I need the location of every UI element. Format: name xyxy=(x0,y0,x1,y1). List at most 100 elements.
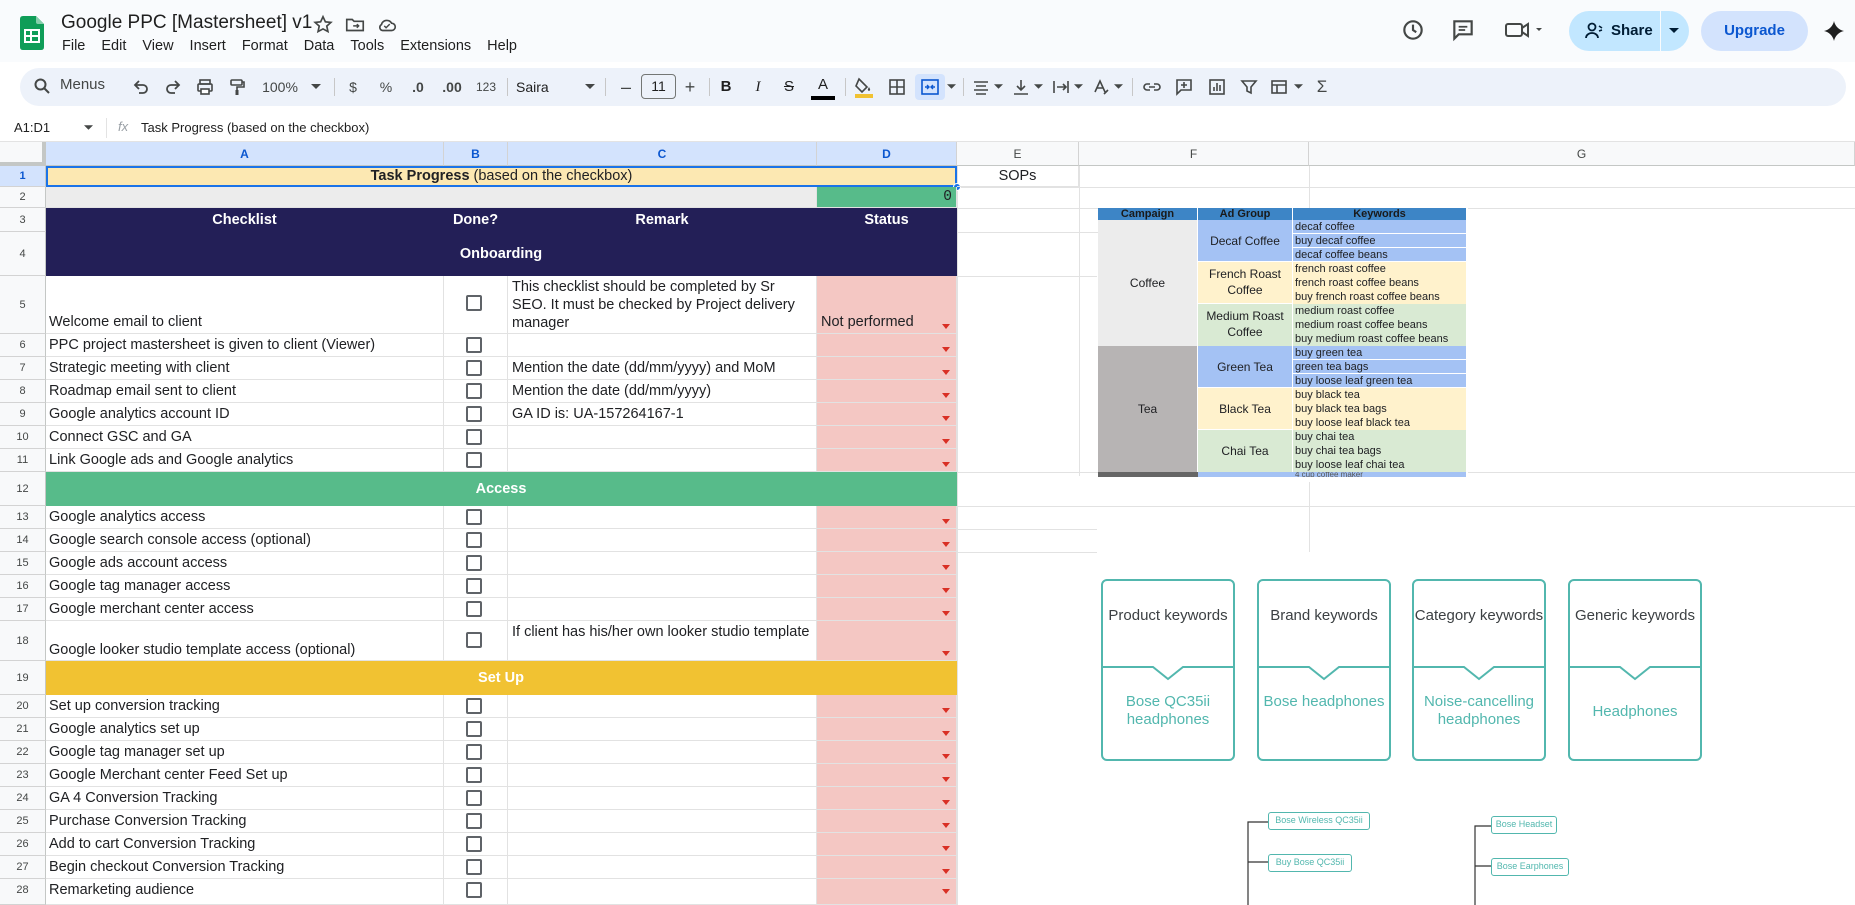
status-dropdown-icon[interactable] xyxy=(942,347,950,352)
status-dropdown-icon[interactable] xyxy=(942,393,950,398)
text-color-button[interactable]: A xyxy=(811,74,835,100)
status-cell-23[interactable] xyxy=(817,764,957,787)
row-header-14[interactable]: 14 xyxy=(0,529,46,552)
section-onboarding[interactable]: Onboarding xyxy=(46,232,957,276)
row-header-12[interactable]: 12 xyxy=(0,472,46,506)
checkbox-13[interactable] xyxy=(466,509,482,525)
status-cell-10[interactable] xyxy=(817,426,957,449)
move-folder-icon[interactable] xyxy=(344,14,366,36)
font-size-decrease-button[interactable]: – xyxy=(618,74,634,100)
done-cell-23[interactable] xyxy=(444,764,508,787)
remark-cell-11[interactable] xyxy=(508,449,817,472)
status-dropdown-icon[interactable] xyxy=(942,708,950,713)
remark-cell-26[interactable] xyxy=(508,833,817,856)
status-cell-20[interactable] xyxy=(817,695,957,718)
status-cell-17[interactable] xyxy=(817,598,957,621)
done-cell-28[interactable] xyxy=(444,879,508,905)
version-history-icon[interactable] xyxy=(1400,17,1426,43)
progress-value-cell[interactable]: 0 xyxy=(817,187,957,208)
menu-format[interactable]: Format xyxy=(242,38,296,58)
checklist-item-17[interactable]: Google merchant center access xyxy=(46,598,444,621)
row-header-1[interactable]: 1 xyxy=(0,166,46,187)
checkbox-20[interactable] xyxy=(466,698,482,714)
checkbox-10[interactable] xyxy=(466,429,482,445)
print-icon[interactable] xyxy=(196,78,214,96)
spreadsheet-grid[interactable]: A B C D E F G 1 2 3 4 5 6 7 8 9 10 11 12… xyxy=(0,142,1855,905)
status-dropdown-icon[interactable] xyxy=(942,462,950,467)
status-dropdown-icon[interactable] xyxy=(942,588,950,593)
star-icon[interactable] xyxy=(312,14,334,36)
remark-cell-16[interactable] xyxy=(508,575,817,598)
keyword-types-diagram[interactable]: Product keywords Bose QC35ii headphones … xyxy=(1098,552,1728,905)
done-cell-17[interactable] xyxy=(444,598,508,621)
fill-color-icon[interactable] xyxy=(853,76,875,98)
status-cell-13[interactable] xyxy=(817,506,957,529)
status-dropdown-icon[interactable] xyxy=(942,889,950,894)
header-checklist[interactable]: Checklist xyxy=(46,208,444,232)
done-cell-9[interactable] xyxy=(444,403,508,426)
row-header-16[interactable]: 16 xyxy=(0,575,46,598)
remark-cell-15[interactable] xyxy=(508,552,817,575)
header-status[interactable]: Status xyxy=(817,208,957,232)
checklist-item-15[interactable]: Google ads account access xyxy=(46,552,444,575)
redo-icon[interactable] xyxy=(165,79,181,95)
done-cell-21[interactable] xyxy=(444,718,508,741)
status-dropdown-icon[interactable] xyxy=(942,565,950,570)
share-dropdown-icon[interactable] xyxy=(1668,27,1680,35)
done-cell-22[interactable] xyxy=(444,741,508,764)
checkbox-16[interactable] xyxy=(466,578,482,594)
select-all-corner[interactable] xyxy=(0,142,46,166)
menu-view[interactable]: View xyxy=(142,38,181,58)
remark-cell-13[interactable] xyxy=(508,506,817,529)
checkbox-18[interactable] xyxy=(466,632,482,648)
insert-link-icon[interactable] xyxy=(1142,78,1162,96)
checkbox-27[interactable] xyxy=(466,859,482,875)
cloud-status-icon[interactable] xyxy=(376,14,398,36)
checklist-item-5[interactable]: Welcome email to client xyxy=(46,276,444,334)
checklist-item-7[interactable]: Strategic meeting with client xyxy=(46,357,444,380)
sops-cell[interactable]: SOPs xyxy=(957,166,1079,187)
remark-cell-18[interactable]: If client has his/her own looker studio … xyxy=(508,621,817,661)
checklist-item-14[interactable]: Google search console access (optional) xyxy=(46,529,444,552)
status-dropdown-icon[interactable] xyxy=(942,519,950,524)
status-cell-5[interactable]: Not performed xyxy=(817,276,957,334)
row-header-7[interactable]: 7 xyxy=(0,357,46,380)
h-align-dropdown-icon[interactable] xyxy=(994,84,1003,90)
font-size-input[interactable]: 11 xyxy=(641,74,676,99)
row-header-22[interactable]: 22 xyxy=(0,741,46,764)
status-dropdown-icon[interactable] xyxy=(942,370,950,375)
done-cell-18[interactable] xyxy=(444,621,508,661)
column-header-c[interactable]: C xyxy=(508,142,817,166)
undo-icon[interactable] xyxy=(133,79,149,95)
checklist-item-28[interactable]: Remarketing audience xyxy=(46,879,444,905)
column-header-e[interactable]: E xyxy=(957,142,1079,166)
checklist-item-26[interactable]: Add to cart Conversion Tracking xyxy=(46,833,444,856)
name-box-dropdown-icon[interactable] xyxy=(84,125,93,131)
insert-chart-icon[interactable] xyxy=(1208,78,1226,96)
share-button[interactable]: Share xyxy=(1569,11,1689,51)
italic-button[interactable]: I xyxy=(748,74,768,100)
row-header-2[interactable]: 2 xyxy=(0,187,46,208)
checkbox-8[interactable] xyxy=(466,383,482,399)
status-cell-7[interactable] xyxy=(817,357,957,380)
remark-cell-10[interactable] xyxy=(508,426,817,449)
text-wrapping-icon[interactable] xyxy=(1052,78,1070,96)
done-cell-15[interactable] xyxy=(444,552,508,575)
done-cell-27[interactable] xyxy=(444,856,508,879)
row-header-26[interactable]: 26 xyxy=(0,833,46,856)
status-dropdown-icon[interactable] xyxy=(942,777,950,782)
checkbox-28[interactable] xyxy=(466,882,482,898)
meet-call-icon[interactable] xyxy=(1504,17,1544,43)
document-title[interactable]: Google PPC [Mastersheet] v1 xyxy=(61,12,312,34)
done-cell-14[interactable] xyxy=(444,529,508,552)
done-cell-8[interactable] xyxy=(444,380,508,403)
status-dropdown-icon[interactable] xyxy=(942,869,950,874)
row-header-17[interactable]: 17 xyxy=(0,598,46,621)
status-cell-14[interactable] xyxy=(817,529,957,552)
strikethrough-button[interactable]: S xyxy=(779,74,799,100)
bold-button[interactable]: B xyxy=(716,74,736,100)
status-cell-9[interactable] xyxy=(817,403,957,426)
row-header-25[interactable]: 25 xyxy=(0,810,46,833)
checklist-item-22[interactable]: Google tag manager set up xyxy=(46,741,444,764)
column-header-f[interactable]: F xyxy=(1079,142,1309,166)
